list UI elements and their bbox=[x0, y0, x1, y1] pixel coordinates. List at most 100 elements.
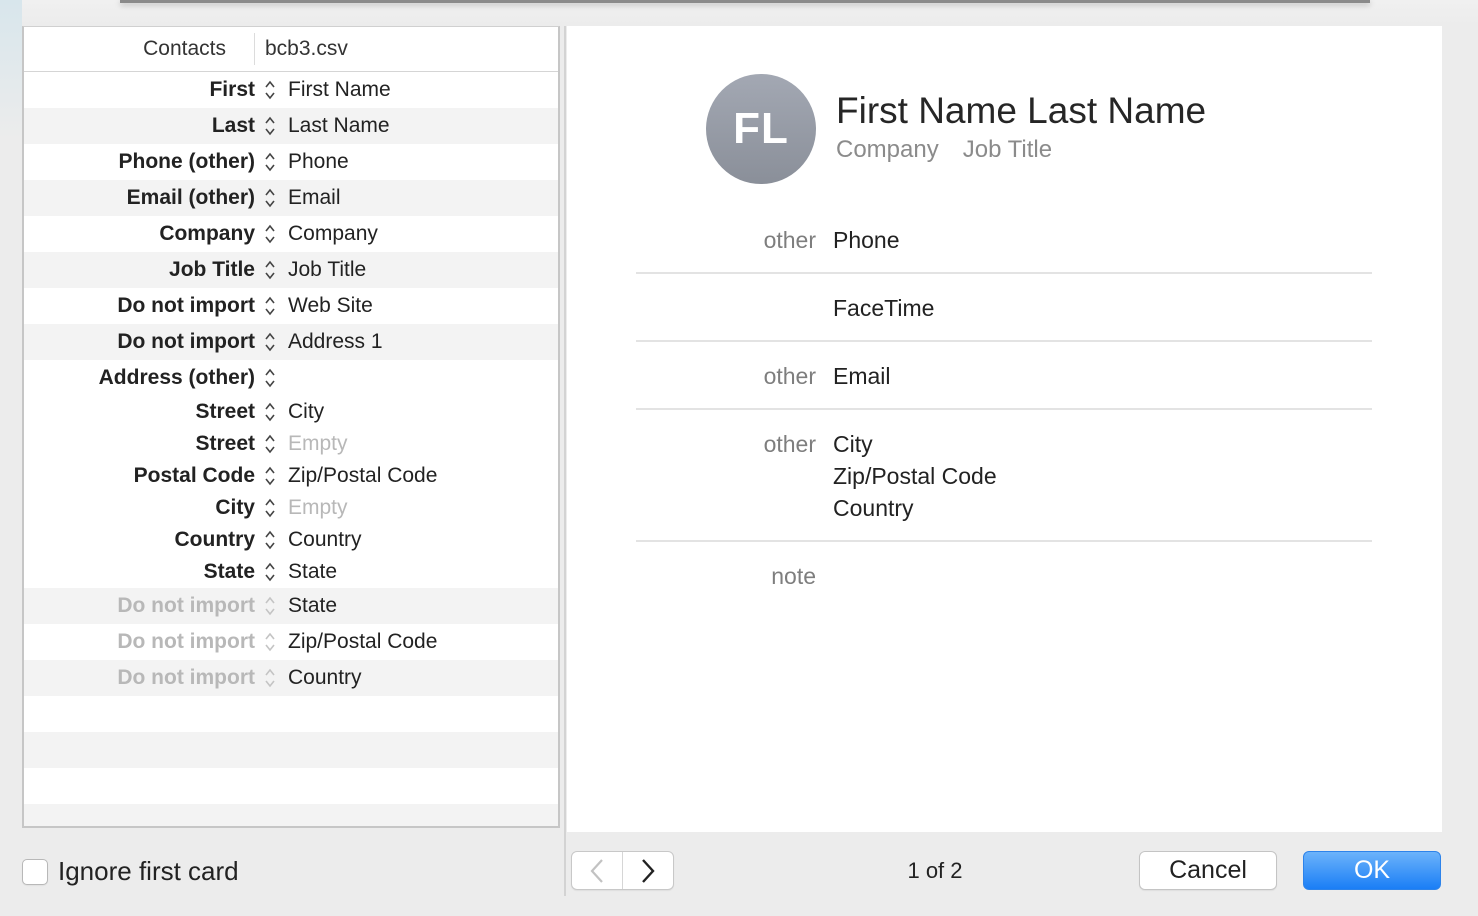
stepper-icon bbox=[265, 332, 275, 352]
contact-field-popup[interactable]: City bbox=[24, 496, 255, 520]
mapping-row: Company Company bbox=[24, 216, 558, 252]
detail-value: Zip/Postal Code bbox=[833, 463, 997, 489]
field-popup-stepper[interactable] bbox=[260, 148, 280, 176]
field-popup-stepper[interactable] bbox=[260, 76, 280, 104]
contact-field-popup[interactable]: Street bbox=[24, 432, 255, 456]
stepper-icon bbox=[265, 152, 275, 172]
contact-field-popup[interactable]: Street bbox=[24, 400, 255, 424]
mapping-row: Do not import Web Site bbox=[24, 288, 558, 324]
contact-field-popup[interactable]: Company bbox=[24, 222, 255, 246]
field-popup-stepper[interactable] bbox=[260, 328, 280, 356]
field-popup-stepper[interactable] bbox=[260, 112, 280, 140]
contact-field-popup[interactable]: Last bbox=[24, 114, 255, 138]
detail-row: other Email bbox=[636, 342, 1372, 410]
field-popup-stepper[interactable] bbox=[260, 494, 280, 522]
source-column-value: State bbox=[288, 594, 338, 617]
field-popup-stepper[interactable] bbox=[260, 558, 280, 586]
field-popup-stepper[interactable] bbox=[260, 398, 280, 426]
contact-details: other Phone FaceTime other Email other City Zi… bbox=[636, 206, 1372, 608]
empty-row bbox=[24, 696, 558, 732]
stepper-icon bbox=[265, 530, 275, 550]
mapping-row: Last Last Name bbox=[24, 108, 558, 144]
detail-label bbox=[636, 292, 833, 324]
contact-field-popup[interactable]: Do not import bbox=[24, 630, 255, 654]
contact-field-popup[interactable]: Phone (other) bbox=[24, 150, 256, 174]
chevron-right-icon bbox=[642, 858, 655, 883]
next-card-button[interactable] bbox=[622, 852, 673, 889]
detail-value: City bbox=[833, 431, 873, 457]
empty-row bbox=[24, 732, 558, 768]
contact-field-popup[interactable]: Job Title bbox=[24, 258, 255, 282]
field-popup-stepper[interactable] bbox=[260, 628, 280, 656]
file-column-header: bcb3.csv bbox=[265, 37, 348, 60]
mapping-row: Phone (other) Phone bbox=[24, 144, 558, 180]
source-column-value: State bbox=[288, 560, 338, 583]
ok-button[interactable]: OK bbox=[1303, 851, 1441, 890]
cancel-button[interactable]: Cancel bbox=[1139, 851, 1277, 890]
field-popup-stepper[interactable] bbox=[260, 184, 280, 212]
background-window bbox=[0, 0, 1478, 140]
avatar: FL bbox=[706, 74, 816, 184]
field-popup-stepper[interactable] bbox=[260, 462, 280, 490]
field-popup-stepper[interactable] bbox=[260, 592, 280, 620]
mapping-row: Job Title Job Title bbox=[24, 252, 558, 288]
mapping-row: Do not import Address 1 bbox=[24, 324, 558, 360]
field-popup-stepper[interactable] bbox=[260, 292, 280, 320]
field-popup-stepper[interactable] bbox=[260, 664, 280, 692]
contacts-column-header: Contacts bbox=[143, 37, 226, 60]
contact-field-popup[interactable]: State bbox=[24, 560, 255, 584]
detail-row: other Phone bbox=[636, 206, 1372, 274]
contact-subtitle: Company Job Title bbox=[836, 136, 1052, 164]
source-column-value: Email bbox=[288, 186, 341, 209]
source-column-value: Web Site bbox=[288, 294, 373, 317]
field-popup-stepper[interactable] bbox=[260, 220, 280, 248]
previous-card-button[interactable] bbox=[572, 852, 622, 889]
source-column-value: Last Name bbox=[288, 114, 390, 137]
field-popup-stepper[interactable] bbox=[260, 526, 280, 554]
stepper-icon bbox=[265, 434, 275, 454]
source-column-value: Address 1 bbox=[288, 330, 383, 353]
stepper-icon bbox=[265, 562, 275, 582]
mapping-row: Address (other) bbox=[24, 360, 558, 396]
mapping-row: City Empty bbox=[24, 492, 558, 524]
mapping-row: Email (other) Email bbox=[24, 180, 558, 216]
mapping-row: Postal Code Zip/Postal Code bbox=[24, 460, 558, 492]
mapping-row: Do not import State bbox=[24, 588, 558, 624]
contact-field-popup[interactable]: First bbox=[24, 78, 255, 102]
stepper-icon bbox=[265, 116, 275, 136]
mapping-row: First First Name bbox=[24, 72, 558, 108]
field-mapping-table: Contacts bcb3.csv First First Name Last Las… bbox=[22, 26, 560, 828]
desktop-background bbox=[0, 0, 22, 140]
chevron-left-icon bbox=[590, 858, 603, 883]
detail-value: FaceTime bbox=[833, 295, 935, 321]
detail-values: Phone bbox=[833, 224, 900, 256]
contact-field-popup[interactable]: Do not import bbox=[24, 294, 255, 318]
field-popup-stepper[interactable] bbox=[260, 256, 280, 284]
contact-field-popup[interactable]: Email (other) bbox=[24, 186, 255, 210]
checkbox[interactable] bbox=[22, 858, 48, 885]
empty-row bbox=[24, 768, 558, 804]
ignore-first-card-checkbox[interactable]: Ignore first card bbox=[22, 856, 239, 887]
contact-card-preview: FL First Name Last Name Company Job Title… bbox=[567, 26, 1442, 832]
detail-values: Email bbox=[833, 360, 891, 392]
stepper-icon bbox=[265, 188, 275, 208]
contact-field-popup[interactable]: Country bbox=[24, 528, 256, 552]
contact-field-popup[interactable]: Do not import bbox=[24, 666, 255, 690]
background-window-edge bbox=[120, 0, 1370, 3]
detail-values: City Zip/Postal Code Country bbox=[833, 428, 997, 524]
source-column-value: Zip/Postal Code bbox=[288, 464, 438, 487]
contact-field-popup[interactable]: Address (other) bbox=[24, 366, 255, 390]
card-navigation bbox=[571, 851, 674, 890]
contact-company: Company bbox=[836, 136, 939, 163]
contact-field-popup[interactable]: Do not import bbox=[24, 330, 255, 354]
contact-field-popup[interactable]: Do not import bbox=[24, 594, 255, 618]
contact-field-popup[interactable]: Postal Code bbox=[24, 464, 255, 488]
source-column-value: Phone bbox=[288, 150, 349, 173]
field-popup-stepper[interactable] bbox=[260, 364, 280, 392]
stepper-icon bbox=[265, 402, 275, 422]
mapping-header: Contacts bcb3.csv bbox=[24, 27, 558, 72]
source-column-value: Empty bbox=[288, 432, 348, 455]
page-indicator: 1 of 2 bbox=[907, 858, 963, 883]
field-popup-stepper[interactable] bbox=[260, 430, 280, 458]
stepper-icon bbox=[265, 632, 275, 652]
